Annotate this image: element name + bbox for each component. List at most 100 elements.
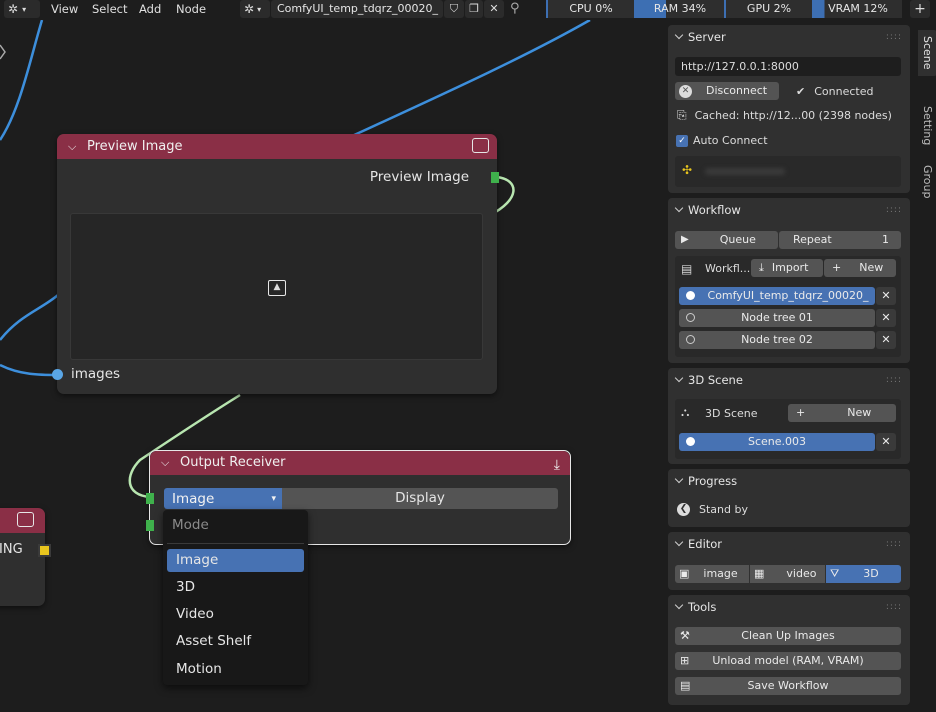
drag-handle-icon[interactable]: :::: [886,198,902,222]
editor-mode-image-label: image [703,567,738,580]
scene-item-active[interactable]: Scene.003 [679,433,875,451]
partial-node-header [0,508,45,533]
workflow-item-name: Node tree 01 [741,311,813,324]
pin-icon[interactable]: ⚲ [510,1,520,16]
image-icon: ▲ [268,280,286,296]
3d-icon: ⛛ [830,567,840,580]
duplicate-icon[interactable]: ❐ [465,0,483,18]
new-scene-label: New [847,406,872,419]
drag-handle-icon[interactable]: :::: [886,368,902,392]
tools-panel-header[interactable]: Tools:::: [668,595,910,619]
progress-title: Progress [688,474,738,488]
dropdown-title: Mode [172,517,209,533]
progress-panel-header[interactable]: Progress [668,469,910,493]
mode-dropdown[interactable]: Image ▾ [164,488,282,509]
menu-view[interactable]: View [51,0,78,18]
clean-up-images-button[interactable]: ⚒ Clean Up Images [675,627,901,645]
fake-user-icon[interactable]: ⛉ [444,0,464,18]
save-workflow-label: Save Workflow [747,679,829,692]
nodetree-type-button[interactable]: ✲ ▾ [240,0,270,18]
string-socket[interactable] [38,544,51,557]
progress-panel: Progress ❮ Stand by [668,469,910,527]
mode-dropdown-value: Image [172,490,215,507]
new-scene-button[interactable]: + New [788,404,896,422]
images-input-socket[interactable] [52,369,63,380]
queue-label: Queue [719,233,756,246]
workflow-name-field[interactable]: ComfyUI_temp_tdqrz_00020_ [271,0,443,18]
editor-mode-image[interactable]: ▣ image [675,565,749,583]
radio-empty-icon [686,335,695,344]
drag-handle-icon[interactable]: :::: [886,532,902,556]
connected-label: Connected [814,84,874,98]
drag-handle-icon[interactable]: :::: [886,25,902,49]
tab-scene[interactable]: Scene [918,30,936,76]
save-workflow-button[interactable]: ▤ Save Workflow [675,677,901,695]
editor-panel-header[interactable]: Editor:::: [668,532,910,556]
server-panel-header[interactable]: Server:::: [668,25,910,49]
close-icon[interactable]: ✕ [876,331,896,349]
film-icon: ▦ [754,567,765,580]
unload-model-button[interactable]: ⊞ Unload model (RAM, VRAM) [675,652,901,670]
dropdown-item-motion[interactable]: Motion [167,658,304,681]
disconnect-button[interactable]: ✕ Disconnect [675,82,779,100]
receiver-input-socket-1[interactable] [146,493,154,504]
output-socket[interactable] [491,172,499,183]
dropdown-item-video[interactable]: Video [167,603,304,626]
display-button[interactable]: Display [282,488,558,509]
import-button[interactable]: ⤓ Import [751,259,823,277]
menu-select[interactable]: Select [92,0,127,18]
tab-group[interactable]: Group [921,165,934,199]
partial-node[interactable]: RING [0,508,51,606]
repeat-field[interactable]: Repeat 1 [779,231,901,249]
radio-filled-icon [686,437,695,446]
editor-mode-3d[interactable]: ⛛ 3D [826,565,901,583]
editor-mode-video[interactable]: ▦ video [750,565,825,583]
workflow-list-box: ▤ Workfl... ⤓ Import + New ComfyUI_temp_… [675,256,901,357]
receiver-input-socket-2[interactable] [146,520,154,531]
scene3d-panel-header[interactable]: 3D Scene:::: [668,368,910,392]
queue-button[interactable]: ▶ Queue [675,231,778,249]
unload-model-label: Unload model (RAM, VRAM) [712,654,864,667]
preview-output-label: Preview Image [369,169,469,185]
tools-panel: Tools:::: ⚒ Clean Up Images ⊞ Unload mod… [668,595,910,705]
workflow-item[interactable]: Node tree 02 [679,331,875,349]
cpu-stat: CPU 0% [546,0,634,18]
editor-panel: Editor:::: ▣ image ▦ video ⛛ 3D [668,532,910,590]
auto-connect-checkbox[interactable]: ✓ Auto Connect [676,134,768,147]
preview-node-header[interactable]: ⌵ Preview Image [57,134,497,159]
collapse-chevron-icon[interactable]: ⌵ [161,451,169,475]
menu-node[interactable]: Node [176,0,206,18]
plus-icon: + [796,406,806,419]
workflow-item-active[interactable]: ComfyUI_temp_tdqrz_00020_ [679,287,875,305]
menu-add[interactable]: Add [139,0,161,18]
dropdown-item-image[interactable]: Image [167,549,304,572]
workflow-panel-header[interactable]: Workflow:::: [668,198,910,222]
receiver-node-header[interactable]: ⌵ Output Receiver ⤓ [150,451,570,475]
blurred-text [705,168,785,175]
server-url-input[interactable]: http://127.0.0.1:8000 [675,57,901,76]
drag-handle-icon[interactable]: :::: [886,595,902,619]
collapse-chevron-icon[interactable]: ⌵ [68,134,76,159]
brush-icon: ⚒ [680,629,690,642]
close-icon[interactable]: ✕ [484,0,504,18]
add-button[interactable]: + [910,0,930,18]
tab-setting[interactable]: Setting [921,106,934,145]
receiver-node-title: Output Receiver [180,455,286,470]
workflow-item[interactable]: Node tree 01 [679,309,875,327]
server-panel: Server:::: http://127.0.0.1:8000 ✕ Disco… [668,25,910,193]
connected-status: ✔ Connected [796,82,873,100]
close-icon[interactable]: ✕ [876,309,896,327]
dropdown-item-3d[interactable]: 3D [167,576,304,599]
close-circle-icon: ✕ [679,84,692,98]
close-icon[interactable]: ✕ [876,433,896,451]
editor-type-button[interactable]: ✲ ▾ [4,0,40,18]
sidebar-tabs: Scene Setting Group [914,22,936,712]
new-workflow-button[interactable]: + New [824,259,896,277]
radio-empty-icon [686,313,695,322]
close-icon[interactable]: ✕ [876,287,896,305]
dropdown-item-asset-shelf[interactable]: Asset Shelf [167,630,304,653]
preview-image-node[interactable]: ⌵ Preview Image Preview Image ▲ images [52,134,499,394]
download-icon: ⤓ [553,457,560,473]
preview-node-title: Preview Image [87,139,183,154]
ram-stat: RAM 34% [634,0,724,18]
